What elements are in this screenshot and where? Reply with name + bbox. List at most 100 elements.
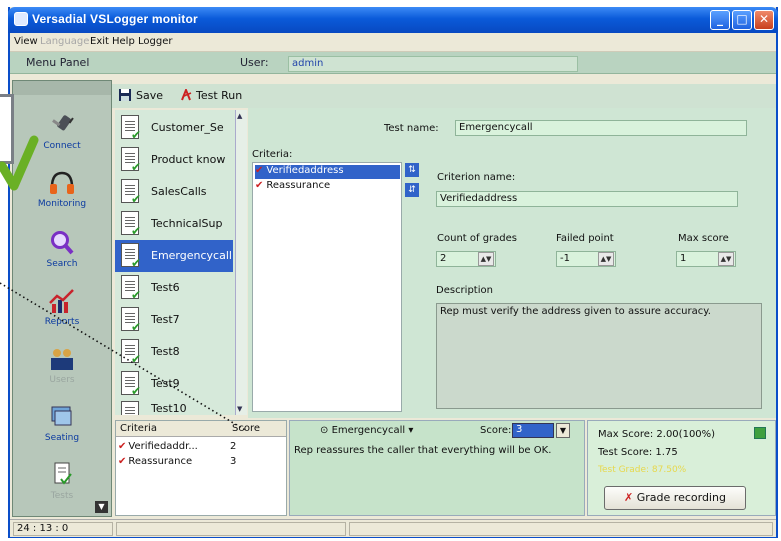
description-textarea[interactable]: Rep must verify the address given to ass…	[436, 303, 762, 409]
test-item[interactable]: ✔ SalesCalls	[115, 176, 233, 208]
document-icon	[121, 401, 139, 415]
users-icon	[51, 349, 73, 370]
sidebar-item-users[interactable]: Users	[13, 345, 111, 385]
test-run-button[interactable]: Test Run	[196, 89, 242, 102]
move-down-icon[interactable]: ⇵	[405, 183, 419, 197]
test-name-label: Test name:	[384, 123, 439, 134]
excel-icon[interactable]	[754, 427, 766, 439]
menu-panel-title: Menu Panel	[26, 56, 90, 69]
criteria-item-selected[interactable]: ✔ Verifiedaddress	[255, 165, 400, 179]
magnifier-icon	[51, 231, 74, 255]
scroll-down-icon[interactable]: ▼	[237, 405, 242, 413]
sidebar-label-search: Search	[46, 259, 78, 269]
sidebar-label-users: Users	[49, 375, 75, 385]
play-icon: ⊙	[320, 425, 332, 436]
check-icon: ✔	[131, 160, 142, 174]
checkmark-icon	[0, 135, 39, 191]
sidebar-label-tests: Tests	[50, 491, 74, 501]
move-up-icon[interactable]: ⇅	[405, 163, 419, 177]
minimize-button[interactable]: _	[710, 10, 730, 30]
table-row[interactable]: ✔ Reassurance 3	[118, 456, 286, 470]
menu-exit[interactable]: Exit	[90, 36, 109, 47]
score-select[interactable]: 3	[512, 423, 554, 438]
test-item[interactable]: ✔ Test7	[115, 304, 233, 336]
count-spinner[interactable]: ▲▼	[478, 252, 494, 266]
maximize-button[interactable]: □	[732, 10, 752, 30]
test-item[interactable]: ✔ Test8	[115, 336, 233, 368]
check-icon: ✔	[131, 320, 142, 334]
test-item[interactable]: ✔ Test6	[115, 272, 233, 304]
comment-test-dropdown[interactable]: ⊙ Emergencycall ▾	[320, 425, 413, 436]
menu-language[interactable]: Language	[40, 36, 89, 47]
check-icon: ✔	[131, 128, 142, 142]
title-bar[interactable]: Versadial VSLogger monitor _ □ ✕	[8, 7, 778, 33]
test-name-input[interactable]: Emergencycall	[455, 120, 747, 136]
check-icon: ✔	[118, 441, 127, 452]
menu-help[interactable]: Help	[112, 36, 135, 47]
plug-icon	[52, 115, 74, 131]
test-item[interactable]: ✔ Test9	[115, 368, 233, 400]
score-dropdown-icon[interactable]: ▼	[556, 423, 570, 438]
sidebar-item-search[interactable]: Search	[13, 229, 111, 269]
tests-list: ✔ Customer_Se ✔ Product know ✔ SalesCalls ✔…	[115, 110, 235, 415]
count-of-grades-label: Count of grades	[437, 233, 517, 244]
save-button[interactable]: Save	[136, 89, 163, 102]
sidebar-scroll-down[interactable]: ▼	[95, 501, 108, 513]
test-doc-icon	[54, 462, 72, 485]
user-field: admin	[288, 56, 578, 72]
status-bar: 24 : 13 : 0	[10, 519, 776, 537]
max-score-spinner[interactable]: ▲▼	[718, 252, 734, 266]
user-value: admin	[292, 58, 324, 69]
check-icon: ✔	[131, 288, 142, 302]
criteria-list: ✔ Verifiedaddress ✔ Reassurance	[252, 162, 402, 412]
save-icon	[119, 89, 131, 101]
status-cell	[116, 522, 346, 536]
check-icon: ✔	[255, 165, 264, 176]
grades-header: Criteria Score	[116, 421, 286, 437]
grades-table: Criteria Score ✔ Verifiedaddr... 2 ✔ Reassu…	[115, 420, 287, 516]
check-icon: ✔	[131, 352, 142, 366]
tests-scrollbar[interactable]: ▲ ▼	[235, 110, 247, 415]
failed-point-spinner[interactable]: ▲▼	[598, 252, 614, 266]
test-item[interactable]: ✔ Product know	[115, 144, 233, 176]
criteria-item[interactable]: ✔ Reassurance	[255, 180, 400, 194]
criteria-label: Criteria:	[252, 149, 293, 160]
close-button[interactable]: ✕	[754, 10, 774, 30]
column-header-criteria: Criteria	[120, 423, 157, 434]
window-title: Versadial VSLogger monitor	[32, 12, 198, 26]
sidebar-header	[13, 81, 111, 95]
test-item[interactable]: ✔ Customer_Se	[115, 112, 233, 144]
scroll-up-icon[interactable]: ▲	[237, 112, 242, 120]
comment-panel: ⊙ Emergencycall ▾ Score: 3 ▼ Rep reassur…	[289, 420, 585, 516]
check-icon: ✔	[131, 384, 142, 398]
sidebar-label-connect: Connect	[43, 141, 81, 151]
max-score-text: Max Score: 2.00(100%)	[598, 429, 716, 440]
menu-logger[interactable]: Logger	[138, 36, 172, 47]
sidebar-item-reports[interactable]: Reports	[13, 287, 111, 327]
test-grade-text: Test Grade: 87.50%	[598, 465, 687, 475]
grade-recording-button[interactable]: ✗ Grade recording	[604, 486, 746, 510]
grade-icon: ✗	[624, 491, 634, 504]
test-item-selected[interactable]: ✔ Emergencycall	[115, 240, 233, 272]
chart-icon	[49, 289, 74, 313]
sidebar-label-monitoring: Monitoring	[37, 199, 87, 209]
status-cell	[349, 522, 773, 536]
seating-icon	[51, 406, 72, 426]
comment-text[interactable]: Rep reassures the caller that everything…	[294, 445, 580, 457]
check-icon: ✔	[131, 192, 142, 206]
sidebar-label-seating: Seating	[44, 433, 80, 443]
check-icon: ✔	[131, 256, 142, 270]
test-item[interactable]: ✔ TechnicalSup	[115, 208, 233, 240]
test-score-text: Test Score: 1.75	[598, 447, 678, 458]
sidebar-item-tests[interactable]: Tests	[13, 461, 111, 501]
column-header-score: Score	[232, 423, 261, 434]
menu-view[interactable]: View	[14, 36, 38, 47]
test-item[interactable]: Test10	[115, 398, 233, 415]
headphones-icon	[50, 171, 74, 194]
sidebar-item-seating[interactable]: Seating	[13, 403, 111, 443]
criterion-name-input[interactable]: Verifiedaddress	[436, 191, 738, 207]
description-label: Description	[436, 285, 493, 296]
max-score-label: Max score	[678, 233, 729, 244]
sidebar-label-reports: Reports	[44, 317, 80, 327]
table-row[interactable]: ✔ Verifiedaddr... 2	[118, 441, 286, 455]
